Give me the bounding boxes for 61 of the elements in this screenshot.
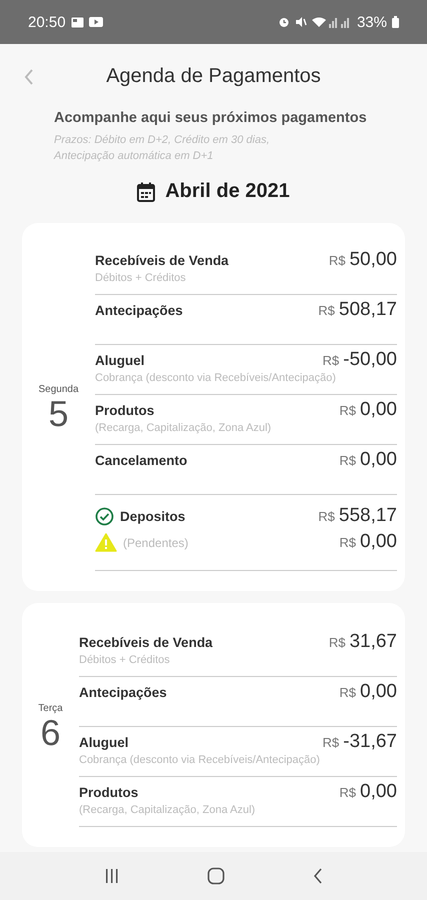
day-number: 6 xyxy=(40,714,61,752)
amount-value: 50,00 xyxy=(349,249,397,271)
entry-label: Antecipações xyxy=(95,303,183,318)
status-time: 20:50 xyxy=(28,14,66,30)
amount-value: 0,00 xyxy=(360,449,397,471)
video-icon xyxy=(88,17,103,27)
currency-label: R$ xyxy=(339,785,356,800)
home-icon[interactable] xyxy=(206,867,224,885)
currency-label: R$ xyxy=(328,635,346,650)
entry-detail: (Recarga, Capitalização, Zona Azul) xyxy=(95,422,272,434)
subtitle: Acompanhe aqui seus próximos pagamentos xyxy=(54,110,368,126)
entry-label: Cancelamento xyxy=(95,453,188,468)
currency-label: R$ xyxy=(339,453,356,468)
entry-detail: Débitos + Créditos xyxy=(95,272,187,284)
signal-drawing xyxy=(312,16,352,28)
page-title: Agenda de Pagamentos xyxy=(106,64,321,88)
currency-label: R$ xyxy=(339,403,356,418)
currency-label: R$ xyxy=(322,735,340,750)
entry-detail: Débitos + Créditos xyxy=(79,654,171,666)
amount-value: 508,17 xyxy=(338,299,397,321)
amount-value: 0,00 xyxy=(360,781,397,803)
mute-icon xyxy=(294,16,307,28)
entry-label: Recebíveis de Venda xyxy=(95,253,229,268)
alarm-icon xyxy=(278,16,290,28)
month-label: Abril de 2021 xyxy=(165,180,290,203)
currency-label: R$ xyxy=(339,535,356,550)
amount-value: 0,00 xyxy=(360,531,397,553)
battery-icon xyxy=(392,16,399,28)
recent-apps-icon[interactable] xyxy=(104,868,120,884)
amount-value: -31,67 xyxy=(343,731,397,753)
currency-label: R$ xyxy=(339,685,356,700)
warning-icon xyxy=(95,532,117,552)
entry-label: Aluguel xyxy=(79,735,128,750)
pending-label: (Pendentes) xyxy=(123,536,188,550)
currency-label: R$ xyxy=(318,303,335,318)
entry-label: Aluguel xyxy=(95,353,144,368)
currency-label: R$ xyxy=(318,509,335,524)
currency-label: R$ xyxy=(322,353,340,368)
amount-value: 558,17 xyxy=(338,505,397,527)
weekday-label: Terça xyxy=(38,702,63,714)
check-circle-icon xyxy=(95,506,114,526)
amount-value: 0,00 xyxy=(360,399,397,421)
battery-level: 33% xyxy=(356,14,387,30)
deadline-note: Prazos: Débito em D+2, Crédito em 30 dias, Antecipação automática em D+1 xyxy=(54,133,271,164)
calendar-icon xyxy=(137,182,156,202)
entry-detail: Cobrança (desconto via Recebíveis/Antecipação) xyxy=(95,372,337,384)
amount-value: -50,00 xyxy=(343,349,397,371)
entry-label: Depositos xyxy=(120,509,186,524)
amount-value: 31,67 xyxy=(349,631,397,653)
entry-label: Produtos xyxy=(79,785,138,800)
currency-label: R$ xyxy=(328,253,346,268)
entry-label: Produtos xyxy=(95,403,154,418)
entry-label: Recebíveis de Venda xyxy=(79,635,213,650)
weekday-label: Segunda xyxy=(38,384,79,394)
day-number: 5 xyxy=(48,394,69,432)
entry-detail: Cobrança (desconto via Recebíveis/Antecipação) xyxy=(79,754,321,766)
image-icon xyxy=(70,16,84,28)
entry-label: Antecipações xyxy=(79,685,167,700)
entry-detail: (Recarga, Capitalização, Zona Azul) xyxy=(79,804,256,816)
amount-value: 0,00 xyxy=(360,681,397,703)
back-icon[interactable] xyxy=(312,867,324,885)
